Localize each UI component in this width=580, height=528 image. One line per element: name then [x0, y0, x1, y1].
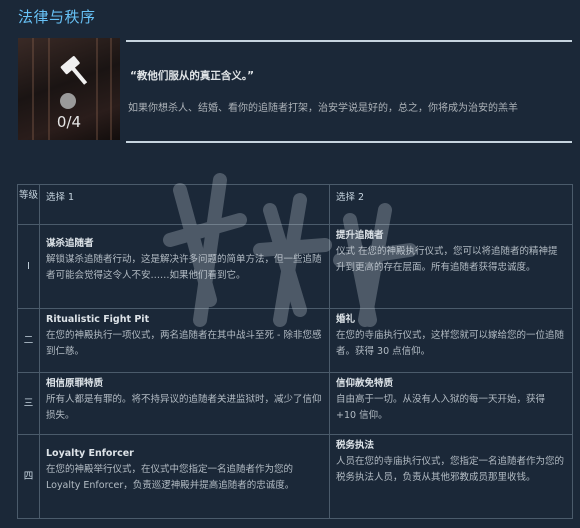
- option-description: 所有人都是有罪的。将不持异议的追随者关进监狱时，减少了信仰损失。: [46, 394, 322, 421]
- table-row: Ⅰ 谋杀追随者 解锁谋杀追随者行动，这是解决许多问题的简单方法，但一些追随者可能…: [17, 224, 573, 309]
- option-2-cell: 信仰赦免特质 自由高于一切。从没有人入狱的每一天开始，获得 +10 信仰。: [329, 372, 573, 435]
- header-option-2: 选择 2: [329, 184, 573, 225]
- option-1-cell: 谋杀追随者 解锁谋杀追随者行动，这是解决许多问题的简单方法，但一些追随者可能会觉…: [39, 224, 330, 309]
- table-row: 二 Ritualistic Fight Pit 在您的神殿执行一项仪式，两名追随…: [17, 308, 573, 373]
- option-description: 自由高于一切。从没有人入狱的每一天开始，获得 +10 信仰。: [336, 394, 546, 421]
- level-cell: 三: [17, 372, 40, 435]
- option-2-cell: 提升追随者 仪式 在您的神殿执行仪式，您可以将追随者的精神提升到更高的存在层面。…: [329, 224, 573, 309]
- option-1-cell: 相信原罪特质 所有人都是有罪的。将不持异议的追随者关进监狱时，减少了信仰损失。: [39, 372, 330, 435]
- option-description: 解锁谋杀追随者行动，这是解决许多问题的简单方法，但一些追随者可能会觉得这令人不安…: [46, 254, 322, 281]
- option-description: 在您的神殿举行仪式，在仪式中您指定一名追随者作为您的 Loyalty Enfor…: [46, 464, 295, 491]
- lock-circle-icon: [60, 93, 76, 109]
- upgrade-table: 等级 选择 1 选择 2 Ⅰ 谋杀追随者 解锁谋杀追随者行动，这是解决许多问题的…: [17, 184, 573, 519]
- option-title: 婚礼: [336, 314, 356, 325]
- page-title: 法律与秩序: [18, 8, 96, 26]
- option-2-cell: 婚礼 在您的寺庙执行仪式，这样您就可以嫁给您的一位追随者。获得 30 点信仰。: [329, 308, 573, 373]
- option-description: 在您的神殿执行一项仪式，两名追随者在其中战斗至死 - 除非您感到仁慈。: [46, 330, 322, 357]
- progress-counter: 0/4: [56, 113, 82, 131]
- option-1-cell: Loyalty Enforcer 在您的神殿举行仪式，在仪式中您指定一名追随者作…: [39, 434, 330, 519]
- level-cell: 二: [17, 308, 40, 373]
- quote-text: “教他们服从的真正含义。”: [130, 70, 255, 82]
- description-text: 如果你想杀人、结婚、看你的追随者打架，治安学说是好的，总之，你将成为治安的羔羊: [128, 103, 518, 114]
- option-title: 谋杀追随者: [46, 238, 94, 249]
- level-cell: 四: [17, 434, 40, 519]
- option-title: 相信原罪特质: [46, 378, 104, 389]
- header-level: 等级: [17, 184, 40, 225]
- table-row: 四 Loyalty Enforcer 在您的神殿举行仪式，在仪式中您指定一名追随…: [17, 434, 573, 519]
- option-title: Ritualistic Fight Pit: [46, 314, 150, 325]
- option-title: 信仰赦免特质: [336, 378, 394, 389]
- header-option-1: 选择 1: [39, 184, 330, 225]
- option-title: 税务执法: [336, 440, 375, 451]
- option-description: 在您的寺庙执行仪式，这样您就可以嫁给您的一位追随者。获得 30 点信仰。: [336, 330, 565, 357]
- gavel-icon: [60, 56, 88, 85]
- divider-bottom: [126, 141, 572, 143]
- level-cell: Ⅰ: [17, 224, 40, 309]
- achievement-image: 0/4: [18, 38, 120, 140]
- divider-top: [126, 40, 572, 42]
- option-1-cell: Ritualistic Fight Pit 在您的神殿执行一项仪式，两名追随者在…: [39, 308, 330, 373]
- option-2-cell: 税务执法 人员在您的寺庙执行仪式，您指定一名追随者作为您的税务执法人员，负责从其…: [329, 434, 573, 519]
- option-title: Loyalty Enforcer: [46, 448, 134, 459]
- option-title: 提升追随者: [336, 230, 384, 241]
- table-row: 三 相信原罪特质 所有人都是有罪的。将不持异议的追随者关进监狱时，减少了信仰损失…: [17, 372, 573, 435]
- option-description: 人员在您的寺庙执行仪式，您指定一名追随者作为您的税务执法人员，负责从其他邪教成员…: [336, 456, 565, 483]
- option-description: 仪式 在您的神殿执行仪式，您可以将追随者的精神提升到更高的存在层面。所有追随者获…: [336, 246, 558, 273]
